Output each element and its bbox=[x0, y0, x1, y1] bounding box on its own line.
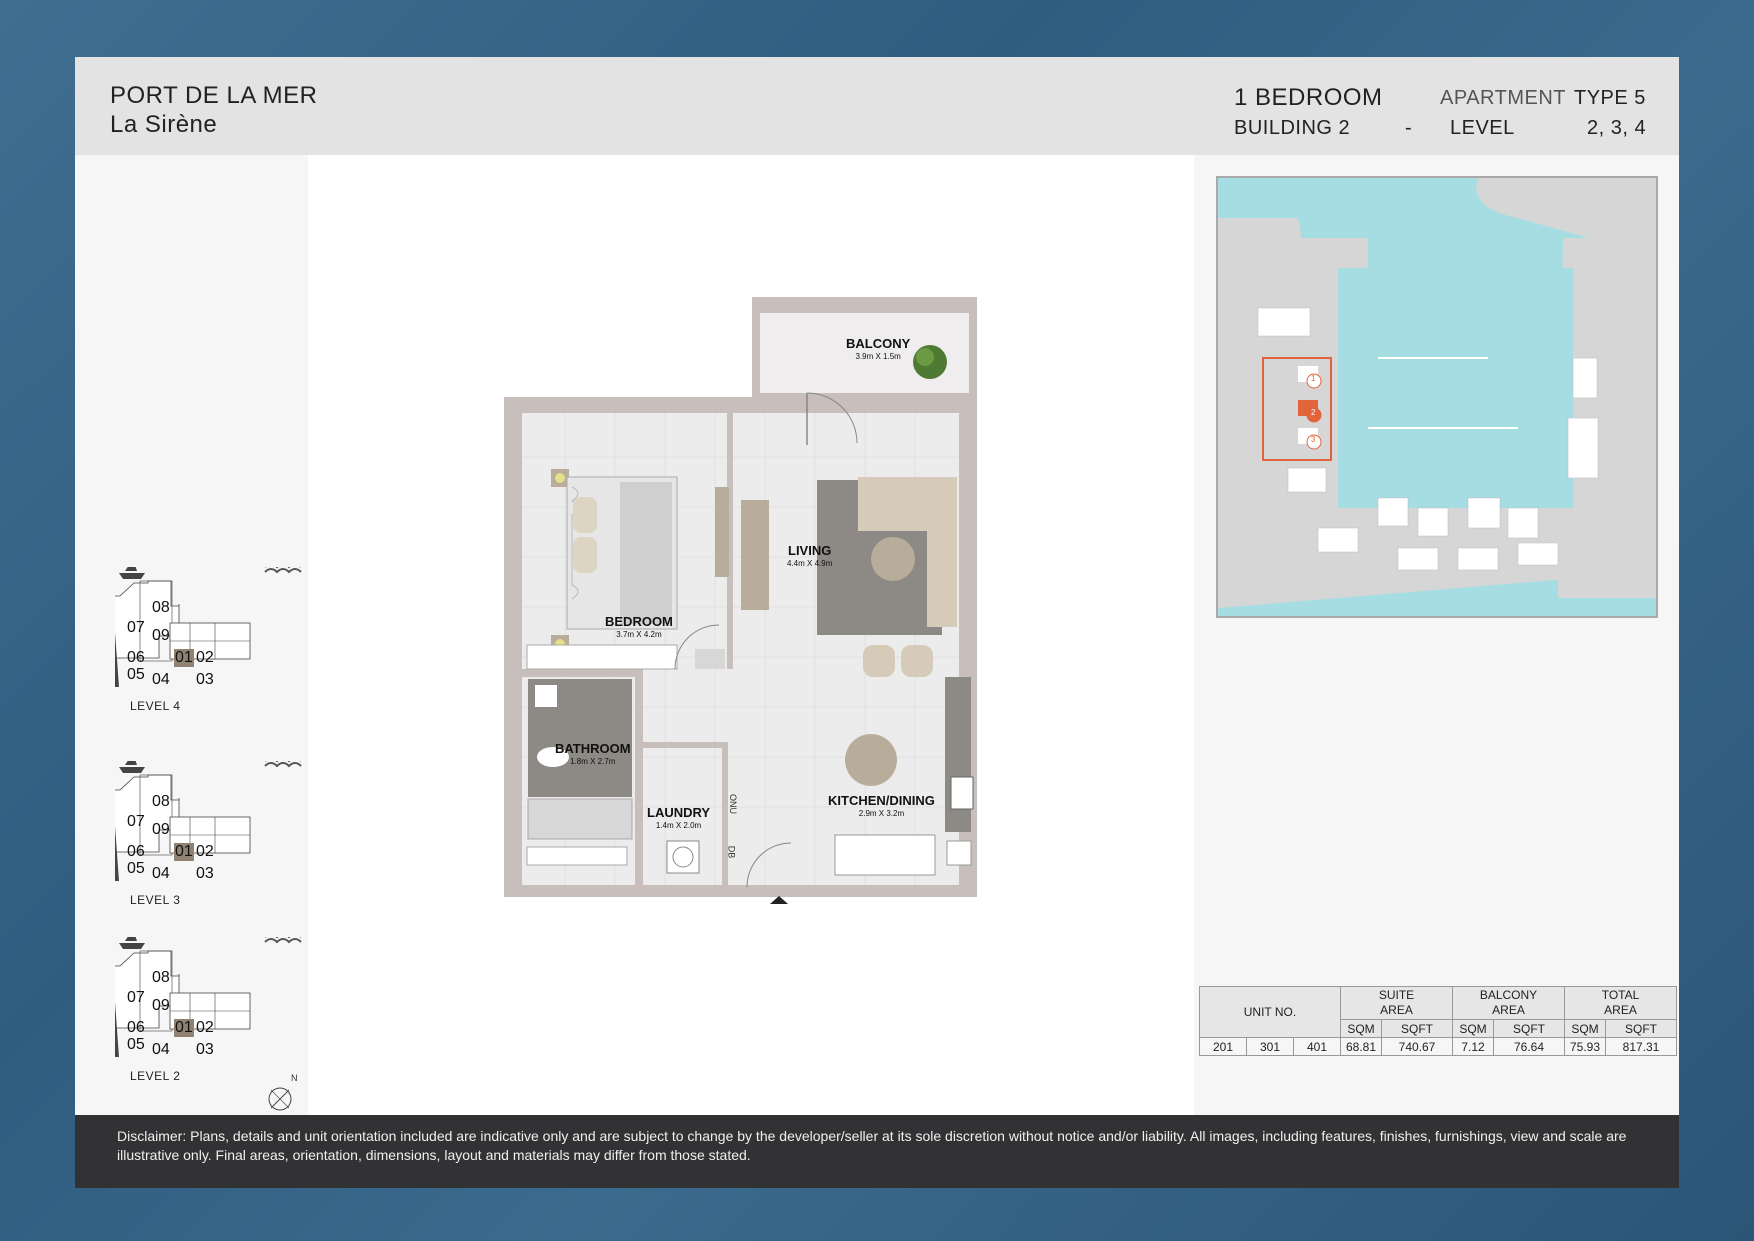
total-label-1: TOTAL bbox=[1601, 988, 1640, 1002]
room-label-laundry: LAUNDRY 1.4m X 2.0m bbox=[647, 805, 710, 830]
db-label: DB bbox=[726, 845, 737, 859]
sqm-header: SQM bbox=[1340, 1019, 1382, 1038]
room-label-balcony: BALCONY 3.9m X 1.5m bbox=[846, 336, 910, 361]
unit-number: 201 bbox=[1199, 1037, 1247, 1056]
header-dash: - bbox=[1405, 117, 1413, 139]
sqft-header: SQFT bbox=[1381, 1019, 1453, 1038]
unit-number: 301 bbox=[1246, 1037, 1294, 1056]
balcony-label-2: AREA bbox=[1492, 1003, 1525, 1017]
unit-no-header: UNIT NO. bbox=[1199, 986, 1341, 1038]
north-compass: N bbox=[267, 1073, 301, 1118]
onu-label: ONU bbox=[728, 794, 738, 814]
balcony-label-1: BALCONY bbox=[1479, 988, 1538, 1002]
room-name: BALCONY bbox=[846, 336, 911, 351]
room-name: LAUNDRY bbox=[647, 805, 711, 820]
bedroom-count: 1 BEDROOM bbox=[1234, 84, 1383, 111]
compass-icon bbox=[268, 1087, 292, 1111]
site-map-drawing bbox=[1218, 178, 1656, 616]
sqm-header: SQM bbox=[1452, 1019, 1494, 1038]
suite-label-2: AREA bbox=[1380, 1003, 1413, 1017]
total-sqm-value: 75.93 bbox=[1564, 1037, 1606, 1056]
sqm-header: SQM bbox=[1564, 1019, 1606, 1038]
sqft-header: SQFT bbox=[1605, 1019, 1677, 1038]
room-dimension: 1.8m X 2.7m bbox=[570, 757, 616, 766]
room-dimension: 3.7m X 4.2m bbox=[616, 630, 662, 639]
total-sqft-value: 817.31 bbox=[1605, 1037, 1677, 1056]
room-dimension: 4.4m X 4.9m bbox=[787, 559, 833, 568]
balcony-area-header: BALCONY AREA bbox=[1452, 986, 1565, 1020]
suite-sqft-value: 740.67 bbox=[1381, 1037, 1453, 1056]
total-area-header: TOTAL AREA bbox=[1564, 986, 1677, 1020]
north-label: N bbox=[291, 1073, 298, 1083]
suite-sqm-value: 68.81 bbox=[1340, 1037, 1382, 1056]
disclaimer-bar: Disclaimer: Plans, details and unit orie… bbox=[75, 1115, 1679, 1188]
building-marker: 3 bbox=[1311, 435, 1316, 444]
level-label: LEVEL bbox=[1450, 117, 1515, 139]
sqft-header: SQFT bbox=[1493, 1019, 1565, 1038]
room-label-kitchen: KITCHEN/DINING 2.9m X 3.2m bbox=[828, 793, 935, 818]
room-dimension: 3.9m X 1.5m bbox=[855, 352, 901, 361]
room-name: BEDROOM bbox=[605, 614, 673, 629]
room-dimension: 1.4m X 2.0m bbox=[655, 821, 702, 830]
suite-area-header: SUITE AREA bbox=[1340, 986, 1453, 1020]
building-marker-highlighted: 2 bbox=[1311, 408, 1316, 417]
balcony-sqft-value: 76.64 bbox=[1493, 1037, 1565, 1056]
suite-label-1: SUITE bbox=[1378, 988, 1415, 1002]
building-number: BUILDING 2 bbox=[1234, 117, 1351, 139]
level-values: 2, 3, 4 bbox=[1587, 117, 1647, 139]
floor-plan-sheet: PORT DE LA MER La Sirène 1 BEDROOM APART… bbox=[75, 57, 1679, 1188]
floor-plan-drawing bbox=[504, 297, 977, 904]
total-label-2: AREA bbox=[1604, 1003, 1637, 1017]
disclaimer-text: Disclaimer: Plans, details and unit orie… bbox=[117, 1128, 1627, 1163]
room-label-living: LIVING 4.4m X 4.9m bbox=[787, 543, 832, 568]
key-plan-level-label: LEVEL 2 bbox=[130, 1069, 181, 1083]
room-name: LIVING bbox=[788, 543, 832, 558]
room-label-bathroom: BATHROOM 1.8m X 2.7m bbox=[555, 741, 631, 766]
apartment-label: APARTMENT bbox=[1440, 87, 1566, 109]
site-location-map: 1 2 3 bbox=[1216, 176, 1658, 618]
room-dimension: 2.9m X 3.2m bbox=[858, 809, 905, 818]
room-name: BATHROOM bbox=[555, 741, 631, 756]
apartment-type: TYPE 5 bbox=[1574, 87, 1646, 109]
room-label-bedroom: BEDROOM 3.7m X 4.2m bbox=[605, 614, 673, 639]
room-name: KITCHEN/DINING bbox=[828, 793, 935, 808]
balcony-sqm-value: 7.12 bbox=[1452, 1037, 1494, 1056]
area-table: UNIT NO. SUITE AREA BALCONY AREA TOTAL AREA… bbox=[1199, 986, 1677, 1056]
building-marker: 1 bbox=[1311, 374, 1316, 383]
entry-arrow-icon bbox=[770, 896, 788, 904]
table-row: 201 301 401 68.81 740.67 7.12 76.64 75.9… bbox=[1199, 1037, 1677, 1056]
unit-number: 401 bbox=[1293, 1037, 1341, 1056]
